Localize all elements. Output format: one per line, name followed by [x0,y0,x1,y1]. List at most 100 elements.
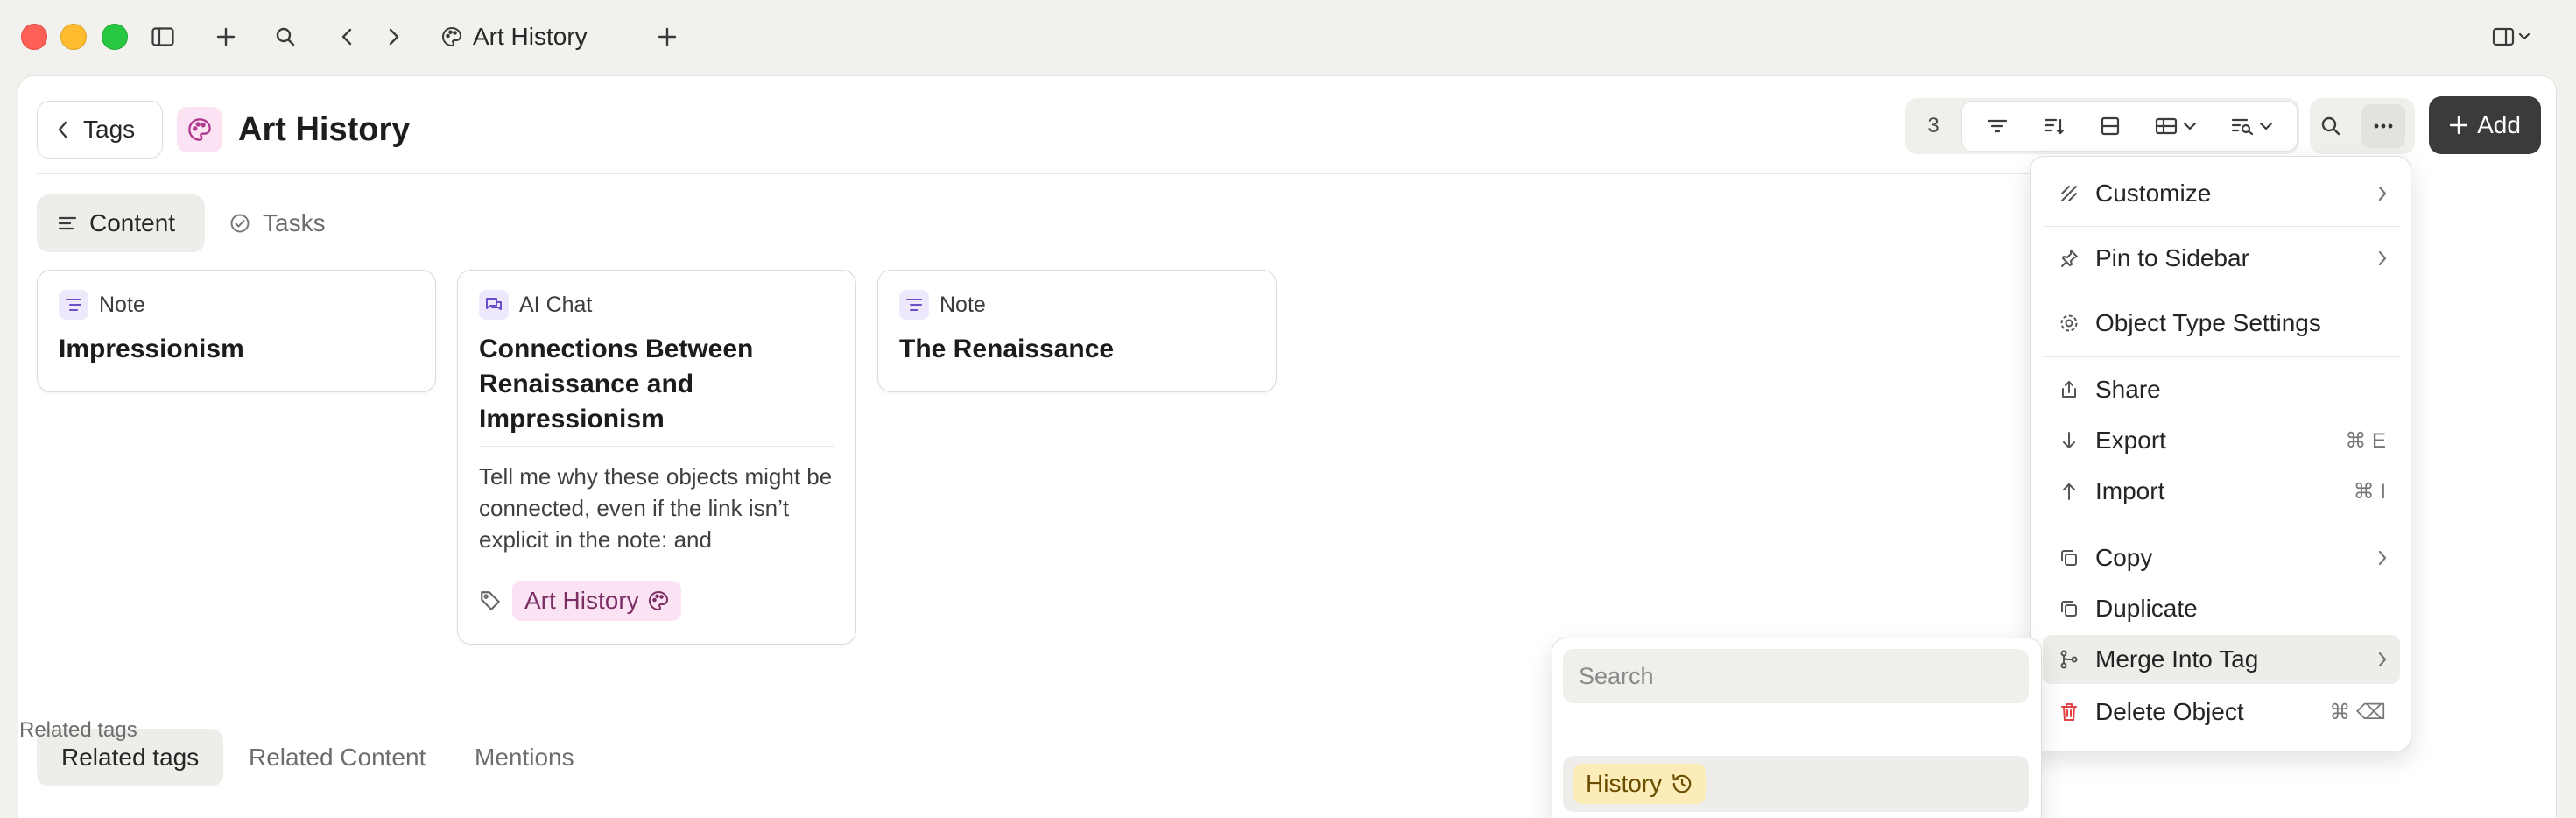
object-card[interactable]: Note Impressionism [37,270,436,392]
tag-palette-icon[interactable] [177,107,222,152]
zoom-window-button[interactable] [102,24,128,50]
menu-item-label: Duplicate [2095,595,2198,622]
filter-icon[interactable] [1986,116,2009,136]
tab-mentions[interactable]: Mentions [450,729,599,786]
card-title: The Renaissance [899,335,1115,363]
chevron-left-icon [58,121,67,138]
import-shortcut: ⌘ I [2353,479,2386,504]
customize-icon [2043,183,2095,204]
export-shortcut: ⌘ E [2345,428,2386,453]
view-toolbar: 3 [1905,98,2299,154]
group-icon[interactable] [2100,116,2121,136]
trash-icon [2043,702,2095,723]
menu-item-customize[interactable]: Customize [2043,169,2400,218]
title-bar: Art History [0,0,2576,75]
ai-chat-icon [479,290,509,320]
chevron-right-icon [2365,550,2400,566]
menu-item-duplicate[interactable]: Duplicate [2043,584,2400,633]
card-title: Impressionism [59,335,244,363]
export-icon [2043,430,2095,451]
pin-icon [2043,248,2095,269]
delete-shortcut: ⌘ ⌫ [2329,700,2386,724]
card-type-label: AI Chat [519,292,593,317]
menu-item-label: Copy [2095,544,2153,571]
palette-icon [648,590,668,611]
layout-icon [2155,117,2177,135]
back-to-tags-button[interactable]: Tags [37,101,163,159]
search-objects-icon[interactable] [2320,116,2341,137]
menu-item-object-type-settings[interactable]: Object Type Settings [2043,299,2400,348]
split-view-icon[interactable] [2490,21,2536,53]
tab-tasks[interactable]: Tasks [208,194,347,252]
more-options-menu: Customize Pin to Sidebar Object Type Set… [2030,156,2411,751]
chevron-right-icon [2365,652,2400,667]
forward-arrow-icon[interactable] [378,21,410,53]
tag-chip-label: History [1586,770,1663,797]
sort-icon[interactable] [2043,116,2066,136]
merge-icon [2043,649,2095,670]
import-icon [2043,481,2095,502]
layout-dropdown[interactable] [2155,116,2197,136]
related-tag-option[interactable]: History [1563,756,2029,812]
card-type-label: Note [99,292,145,317]
tab-related-content[interactable]: Related Content [224,729,450,786]
back-arrow-icon[interactable] [331,21,362,53]
search-icon[interactable] [270,21,301,53]
window-tab-title[interactable]: Art History [473,21,588,53]
menu-item-share[interactable]: Share [2043,365,2400,414]
chevron-down-icon [2259,122,2272,130]
lines-icon [58,216,77,230]
page-title[interactable]: Art History [238,107,410,152]
search-more-group [2310,98,2415,154]
duplicate-icon [2043,598,2095,619]
display-options-dropdown[interactable] [2231,116,2273,136]
menu-item-delete-object[interactable]: Delete Object ⌘ ⌫ [2043,688,2400,737]
tab-tasks-label: Tasks [263,209,326,236]
submenu-section-label: Related tags [19,718,137,742]
close-window-button[interactable] [21,24,47,50]
tab-content[interactable]: Content [37,194,205,252]
back-button-label: Tags [83,116,136,143]
object-card[interactable]: AI Chat Connections Between Renaissance … [457,270,856,645]
menu-item-pin-to-sidebar[interactable]: Pin to Sidebar [2043,234,2400,283]
add-button[interactable]: Add [2429,96,2541,154]
merge-into-tag-submenu: History [1552,638,2042,818]
menu-item-label: Import [2095,477,2165,504]
object-card[interactable]: Note The Renaissance [877,270,1277,392]
object-count: 3 [1927,114,1939,138]
card-snippet: Tell me why these objects might be conne… [479,463,833,553]
add-button-label: Add [2477,111,2521,138]
menu-item-copy[interactable]: Copy [2043,533,2400,582]
menu-item-label: Merge Into Tag [2095,645,2259,673]
menu-item-import[interactable]: Import ⌘ I [2043,467,2400,516]
plus-icon [2449,116,2468,135]
menu-item-export[interactable]: Export ⌘ E [2043,416,2400,465]
minimize-window-button[interactable] [60,24,87,50]
chevron-down-icon [2183,122,2196,130]
more-options-icon[interactable] [2361,104,2405,148]
sidebar-toggle-icon[interactable] [147,21,179,53]
new-tab-plus-icon[interactable] [210,21,242,53]
menu-item-label: Pin to Sidebar [2095,244,2249,271]
list-search-icon [2231,118,2253,136]
menu-item-label: Object Type Settings [2095,309,2321,336]
menu-item-label: Customize [2095,180,2212,207]
menu-item-label: Delete Object [2095,698,2244,725]
add-tab-plus-icon[interactable] [651,21,683,53]
tag-icon [481,591,500,610]
tag-chip-label: Art History [524,587,639,614]
palette-icon [436,21,468,53]
chevron-right-icon [2365,250,2400,266]
check-circle-icon [230,214,250,233]
header-divider [37,173,2077,174]
menu-item-label: Export [2095,427,2166,454]
tag-search-input[interactable] [1563,649,2029,703]
card-type-label: Note [940,292,986,317]
tag-chip[interactable]: Art History [512,581,681,621]
chevron-right-icon [2365,186,2400,201]
menu-item-label: Share [2095,376,2161,403]
tab-content-label: Content [89,209,176,236]
menu-item-merge-into-tag[interactable]: Merge Into Tag [2043,635,2400,684]
history-icon [1672,774,1692,793]
gear-icon [2043,313,2095,334]
